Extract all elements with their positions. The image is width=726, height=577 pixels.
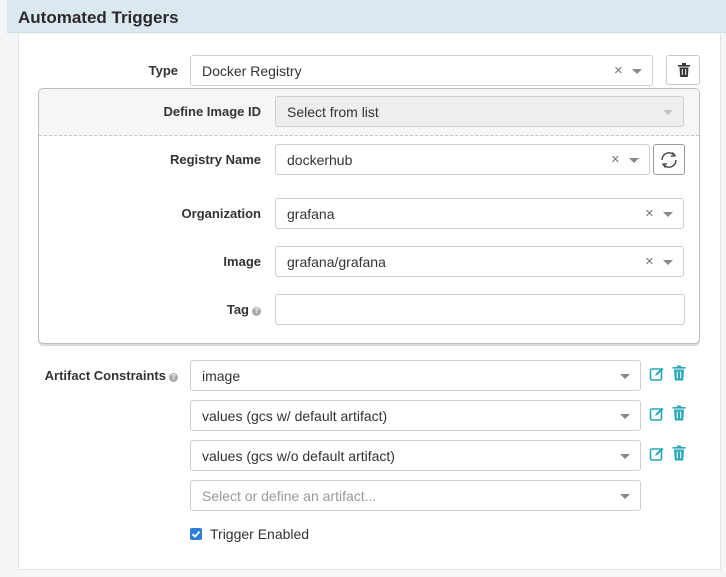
clear-icon[interactable]: × [645,205,654,222]
edit-icon[interactable] [649,446,665,462]
define-image-value: Select from list [287,104,379,120]
tag-label: Tag? [227,302,261,317]
constraint-value: image [202,368,241,384]
trash-icon[interactable] [671,405,687,421]
chevron-down-icon[interactable] [620,374,630,379]
registry-value: dockerhub [287,152,353,168]
constraint-select[interactable]: values (gcs w/ default artifact) [190,400,641,431]
organization-value: grafana [287,206,335,222]
define-image-select[interactable]: Select from list [275,96,684,127]
add-artifact-select[interactable]: Select or define an artifact... [190,480,641,511]
organization-select[interactable]: grafana × [275,198,684,229]
chevron-down-icon[interactable] [620,454,630,459]
constraint-select[interactable]: values (gcs w/o default artifact) [190,440,641,471]
clear-icon[interactable]: × [611,151,620,168]
registry-select[interactable]: dockerhub × [275,144,650,175]
chevron-down-icon [663,110,673,115]
clear-icon[interactable]: × [614,62,623,79]
chevron-down-icon[interactable] [620,414,630,419]
edit-icon[interactable] [649,366,665,382]
trash-icon[interactable] [671,365,687,381]
chevron-down-icon[interactable] [663,212,673,217]
tag-input[interactable] [275,294,685,325]
clear-icon[interactable]: × [645,253,654,270]
chevron-down-icon[interactable] [663,260,673,265]
organization-label: Organization [181,206,261,221]
artifact-constraints-label: Artifact Constraints? [45,368,178,383]
chevron-down-icon[interactable] [632,69,642,74]
trash-icon[interactable] [671,445,687,461]
type-select[interactable]: Docker Registry × [190,55,653,86]
check-icon [191,530,201,538]
image-label: Image [223,254,261,269]
refresh-registry-button[interactable] [653,144,685,175]
help-icon[interactable]: ? [252,307,261,316]
constraint-select[interactable]: image [190,360,641,391]
image-select[interactable]: grafana/grafana × [275,246,684,277]
type-label: Type [148,63,178,78]
trash-icon [678,63,690,77]
refresh-icon [661,152,677,168]
chevron-down-icon[interactable] [620,494,630,499]
registry-label: Registry Name [169,152,261,167]
add-artifact-placeholder: Select or define an artifact... [202,488,377,504]
section-header: Automated Triggers [7,0,726,33]
image-value: grafana/grafana [287,254,386,270]
chevron-down-icon[interactable] [629,158,639,163]
section-title: Automated Triggers [18,8,179,27]
define-image-label: Define Image ID [163,104,261,119]
constraint-value: values (gcs w/ default artifact) [202,408,388,424]
delete-trigger-button[interactable] [666,55,700,85]
constraint-value: values (gcs w/o default artifact) [202,448,395,464]
help-icon[interactable]: ? [169,373,178,382]
trigger-enabled-checkbox[interactable] [190,528,202,540]
type-select-value: Docker Registry [202,63,302,79]
edit-icon[interactable] [649,406,665,422]
trigger-enabled-label[interactable]: Trigger Enabled [210,526,309,542]
